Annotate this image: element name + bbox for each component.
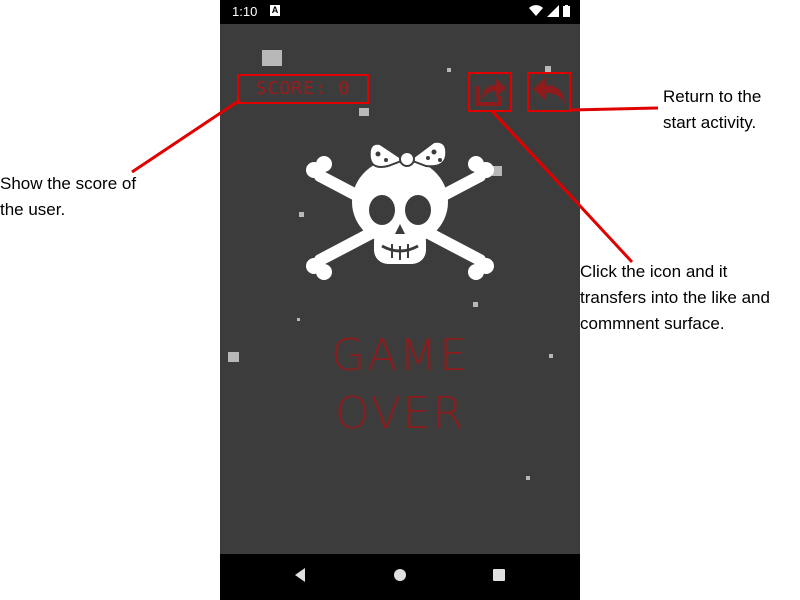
- annotation-share: Click the icon and it transfers into the…: [580, 262, 770, 333]
- share-button[interactable]: [468, 72, 512, 112]
- status-bar: 1:10 A: [220, 0, 580, 24]
- nav-back-icon[interactable]: [292, 567, 308, 583]
- back-button[interactable]: [527, 72, 571, 112]
- phone-screen: 1:10 A SCORE: 0 GAME OVER: [220, 0, 580, 600]
- falling-square: [447, 68, 451, 72]
- annotation-line-back: [570, 106, 659, 112]
- game-over-line-2: OVER: [334, 388, 466, 439]
- falling-square: [526, 476, 530, 480]
- game-over-screen: SCORE: 0 GAME OVER: [220, 24, 580, 554]
- annotation-back: Return to the start activity.: [663, 87, 762, 132]
- falling-square: [262, 50, 282, 66]
- wifi-icon: [529, 5, 543, 17]
- battery-icon: [563, 5, 570, 17]
- score-value: 0: [338, 78, 351, 99]
- share-icon: [476, 79, 506, 106]
- annotation-score: Show the score of the user.: [0, 174, 137, 219]
- nav-home-icon[interactable]: [392, 567, 408, 583]
- skull-crossbones-bow-icon: [306, 140, 494, 280]
- status-time: 1:10: [232, 4, 258, 19]
- notification-icon: A: [270, 5, 280, 16]
- back-arrow-icon: [533, 78, 565, 104]
- navigation-bar: [220, 554, 580, 600]
- signal-icon: [547, 5, 559, 17]
- game-over-line-1: GAME: [331, 330, 469, 381]
- falling-square: [359, 108, 369, 116]
- falling-square: [473, 302, 478, 307]
- falling-square: [297, 318, 300, 321]
- score-display: SCORE: 0: [237, 74, 369, 104]
- score-label: SCORE:: [255, 78, 327, 99]
- nav-recents-icon[interactable]: [491, 567, 507, 583]
